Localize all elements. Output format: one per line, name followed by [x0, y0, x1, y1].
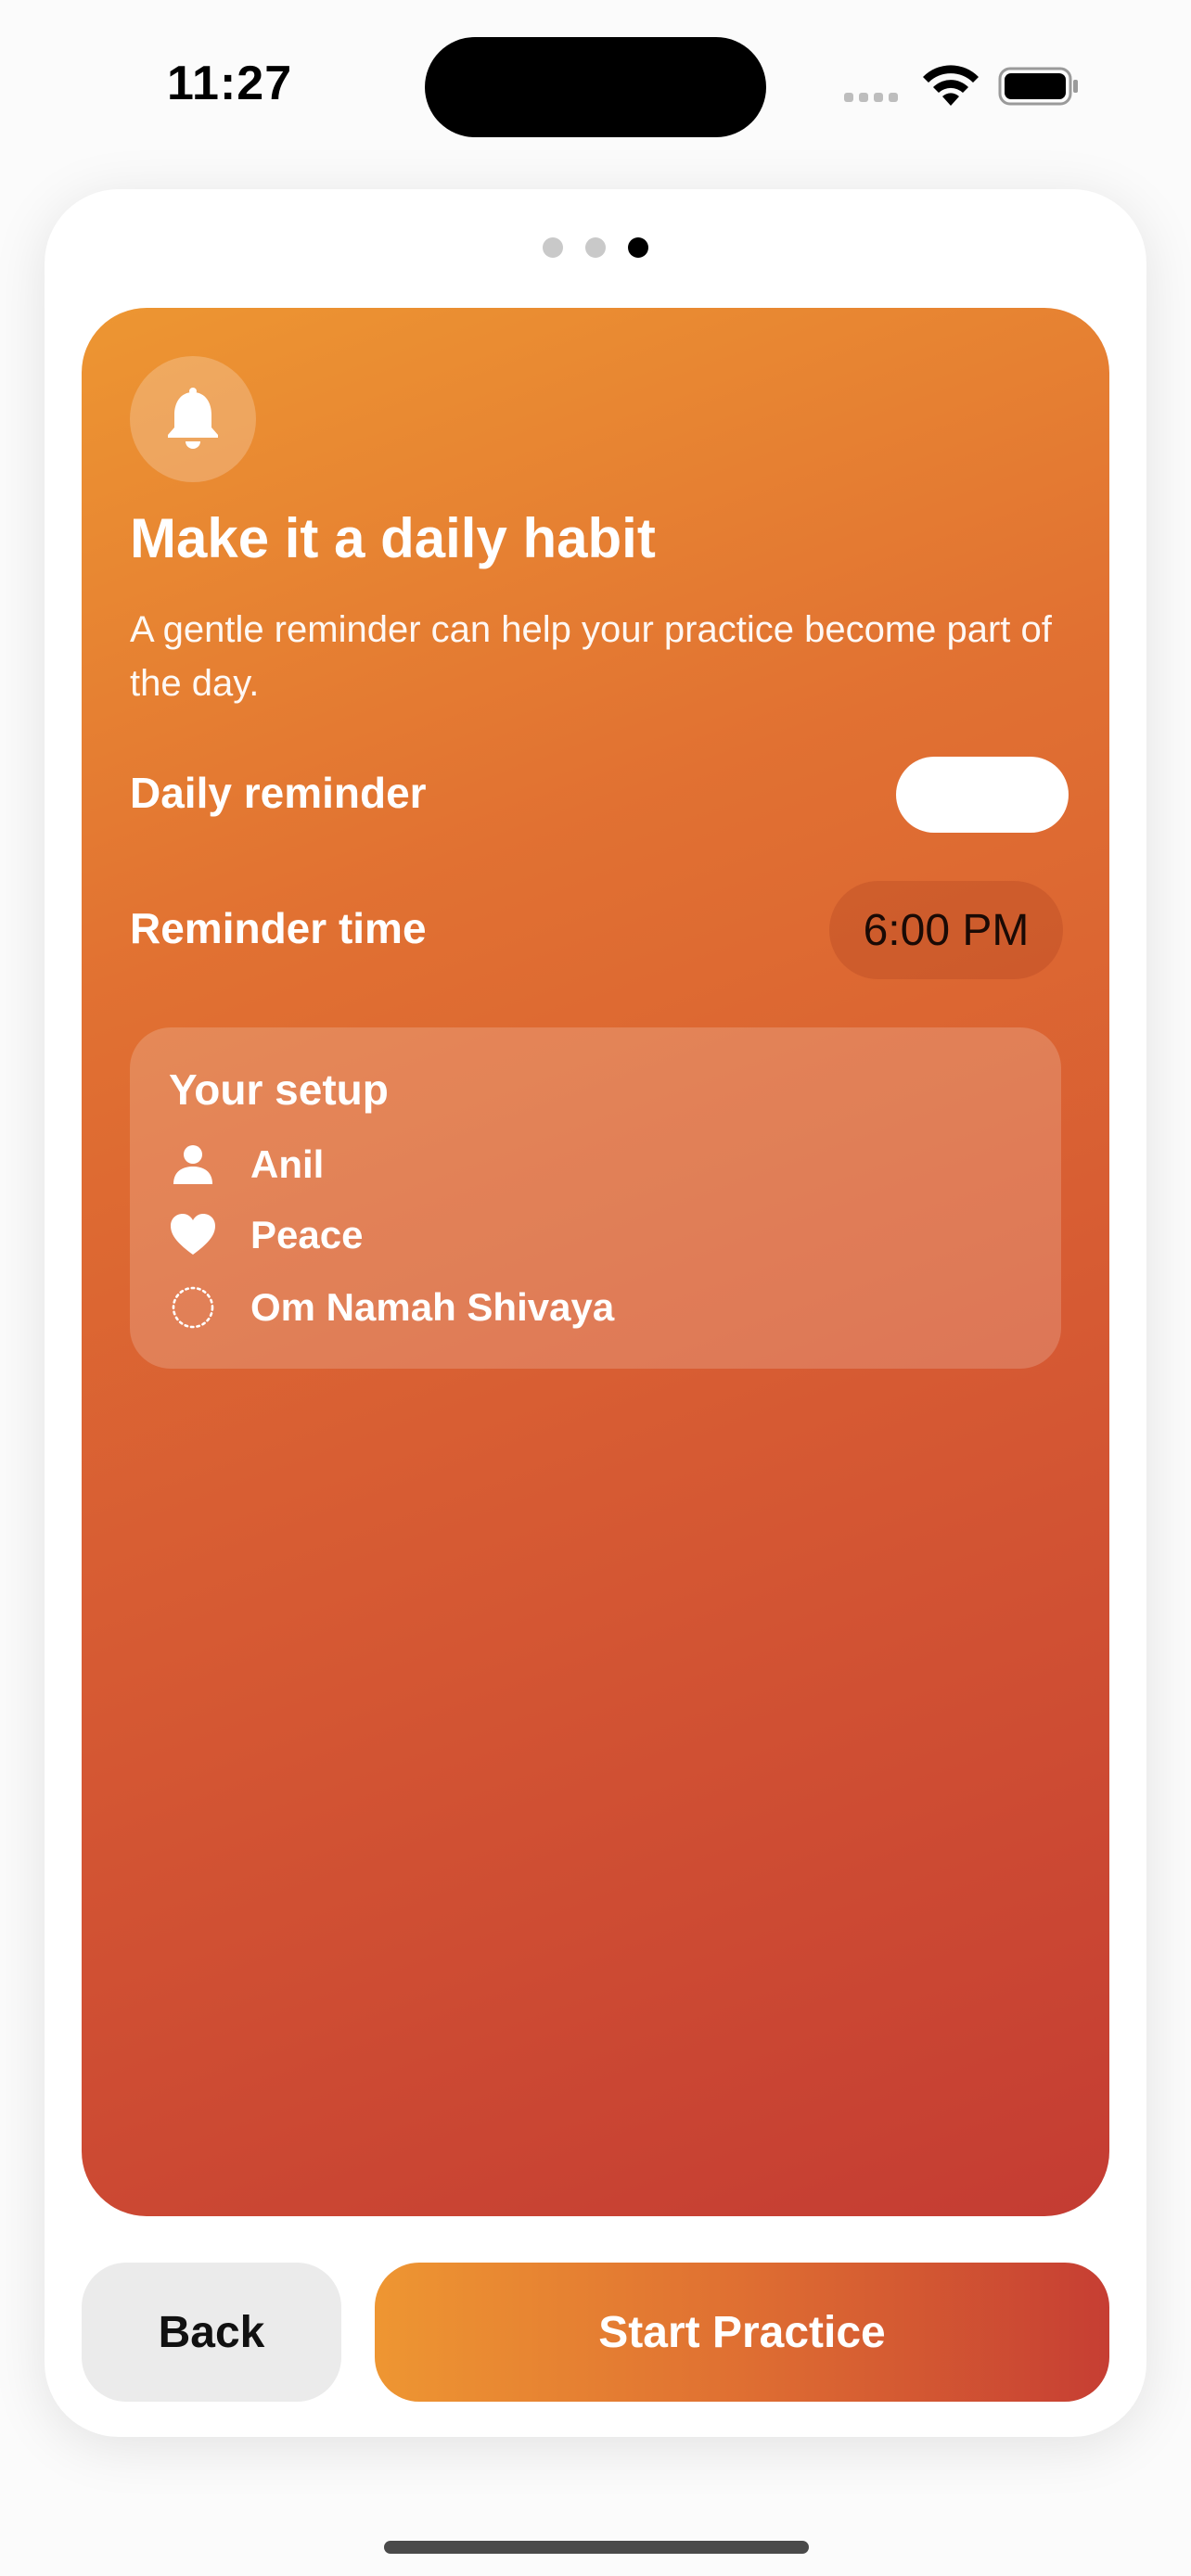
reminder-time-value: 6:00 PM [863, 905, 1030, 955]
bell-badge [130, 356, 256, 482]
reminder-time-picker[interactable]: 6:00 PM [829, 881, 1063, 979]
reminder-time-label: Reminder time [130, 904, 427, 952]
setup-name-label: Anil [250, 1142, 325, 1186]
back-button[interactable]: Back [82, 2263, 341, 2402]
status-time: 11:27 [167, 57, 293, 110]
setup-item-intention: Peace [169, 1211, 363, 1259]
home-indicator[interactable] [384, 2541, 809, 2554]
daily-reminder-label: Daily reminder [130, 769, 427, 817]
page-indicator[interactable] [45, 237, 1146, 258]
setup-mantra-label: Om Namah Shivaya [250, 1285, 615, 1329]
onboarding-screen: 11:27 Make it a daily habit A gentle rem… [0, 0, 1191, 2576]
daily-reminder-toggle[interactable] [896, 757, 1069, 833]
wifi-icon [923, 65, 979, 106]
person-icon [169, 1141, 217, 1189]
dotted-circle-icon [169, 1283, 217, 1332]
dynamic-island [425, 37, 766, 137]
setup-title: Your setup [169, 1065, 389, 1114]
start-practice-button[interactable]: Start Practice [375, 2263, 1109, 2402]
reminder-card: Make it a daily habit A gentle reminder … [82, 308, 1109, 2216]
battery-icon [998, 67, 1078, 106]
page-dot [585, 237, 606, 258]
heart-icon [169, 1211, 217, 1259]
cellular-icon [844, 93, 898, 102]
setup-item-name: Anil [169, 1141, 324, 1189]
setup-item-mantra: Om Namah Shivaya [169, 1283, 614, 1332]
page-dot [543, 237, 563, 258]
setup-summary: Your setup Anil Peace Om Namah Shivaya [130, 1027, 1061, 1369]
page-dot-active [628, 237, 648, 258]
onboarding-sheet: Make it a daily habit A gentle reminder … [45, 189, 1146, 2437]
bell-icon [168, 388, 218, 449]
page-subtitle: A gentle reminder can help your practice… [130, 609, 1052, 704]
setup-intention-label: Peace [250, 1213, 364, 1256]
page-title: Make it a daily habit [130, 507, 656, 569]
